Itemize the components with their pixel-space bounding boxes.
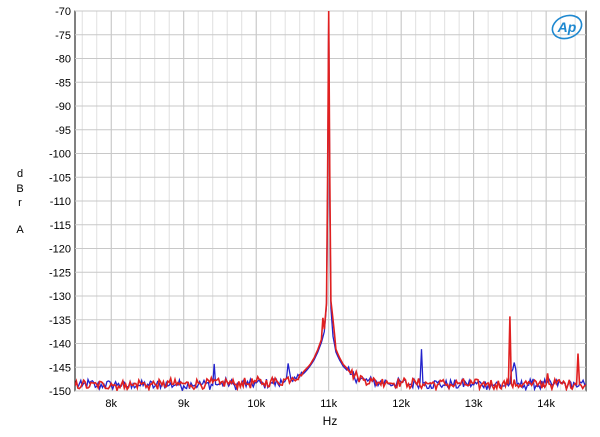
y-tick-label: -95 — [55, 125, 71, 137]
svg-text:Ap: Ap — [557, 19, 577, 35]
y-axis-label-char: A — [16, 224, 24, 236]
x-tick-label: 13k — [465, 398, 483, 410]
y-tick-label: -80 — [55, 54, 71, 66]
y-axis-label: dBr A — [16, 168, 24, 236]
x-tick-label: 11k — [320, 398, 337, 410]
y-tick-label: -150 — [49, 386, 71, 398]
x-tick-label: 10k — [247, 398, 265, 410]
x-tick-label: 9k — [178, 398, 190, 410]
y-axis-label-char: r — [18, 197, 22, 209]
y-tick-label: -110 — [50, 196, 71, 208]
y-tick-label: -130 — [49, 291, 71, 303]
y-tick-label: -75 — [55, 30, 71, 42]
y-tick-label: -115 — [50, 220, 71, 232]
x-tick-labels: 8k 9k 10k 11k 12k 13k 14k — [105, 398, 555, 410]
y-tick-label: -135 — [49, 315, 71, 327]
y-axis-label-char: d — [17, 168, 23, 180]
y-tick-label: -85 — [55, 77, 71, 89]
spectrum-chart: -70 -75 -80 -85 -90 -95 -100 -105 -110 -115 -120 -1… — [16, 6, 587, 428]
y-tick-label: -145 — [49, 362, 71, 374]
y-tick-label: -125 — [49, 267, 71, 279]
y-tick-label: -70 — [55, 6, 71, 18]
y-tick-labels: -70 -75 -80 -85 -90 -95 -100 -105 -110 -115 -120 -1… — [49, 6, 71, 398]
x-tick-label: 14k — [537, 398, 555, 410]
y-axis-label-char: B — [16, 183, 23, 195]
y-tick-label: -90 — [55, 101, 71, 113]
x-tick-label: 12k — [392, 398, 410, 410]
y-tick-label: -140 — [49, 339, 71, 351]
y-tick-label: -120 — [49, 244, 71, 256]
y-tick-label: -105 — [49, 172, 71, 184]
x-axis-label: Hz — [323, 414, 338, 428]
y-tick-label: -100 — [49, 149, 71, 161]
x-tick-label: 8k — [105, 398, 117, 410]
